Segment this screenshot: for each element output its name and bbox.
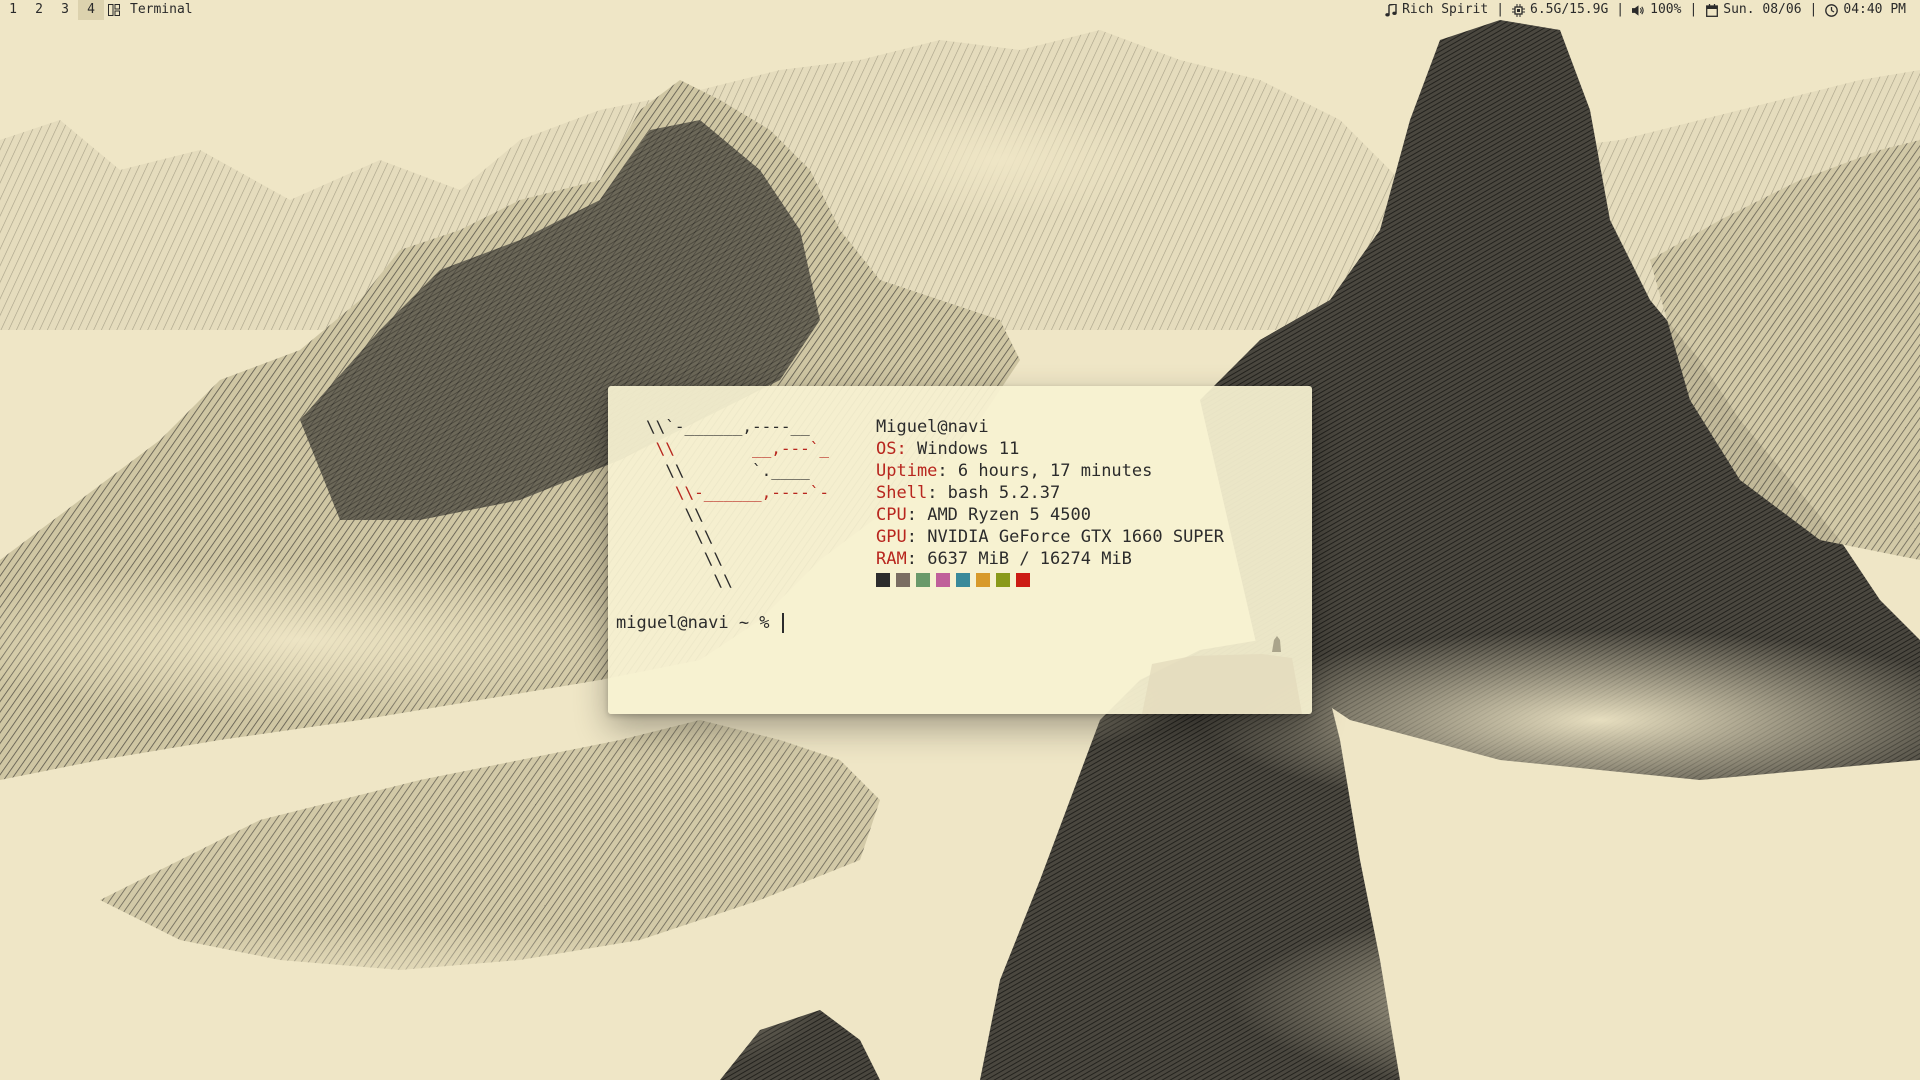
info-os: OS: Windows 11 [876,438,1224,460]
color-swatch [976,573,990,587]
user-host: Miguel@navi [876,417,989,437]
color-swatch [896,573,910,587]
info-value: Windows 11 [916,439,1020,459]
info-value: 6 hours, 17 minutes [957,461,1153,481]
date-label: Sun. 08/06 [1723,2,1802,17]
color-swatch [916,573,930,587]
ascii-line: \\ __,---`_ [646,439,830,458]
speaker-icon [1632,4,1645,17]
date-module[interactable]: Sun. 08/06 [1697,0,1809,20]
workspace-2[interactable]: 2 [26,0,52,20]
separator: | [1809,2,1818,17]
ascii-line: \\ [646,571,733,590]
info-key: GPU [876,527,907,547]
color-swatch [1016,573,1030,587]
prompt-text: miguel@navi ~ % [616,613,780,633]
clock-label: 04:40 PM [1843,2,1906,17]
ascii-line: \\ [646,505,704,524]
ascii-line: \\`-______,----__ [646,417,810,436]
shell-prompt[interactable]: miguel@navi ~ % [616,612,784,634]
info-key: RAM [876,549,907,569]
clock-icon [1825,3,1839,17]
volume-level-label: 100% [1650,2,1682,17]
info-cpu: CPU: AMD Ryzen 5 4500 [876,505,1091,525]
ascii-line: \\ `.____ [646,461,810,480]
status-modules: Rich Spirit | 6.5G/15.9G | 100% | Sun. 0… [1376,0,1914,20]
ascii-logo: \\`-______,----__ \\ __,---`_ \\ `.____ … [646,416,829,592]
clock-module[interactable]: 04:40 PM [1817,0,1914,20]
info-shell: Shell: bash 5.2.37 [876,483,1061,503]
focused-window-title: Terminal [130,2,193,17]
memory-usage-label: 6.5G/15.9G [1530,2,1609,17]
workspace-3[interactable]: 3 [52,0,78,20]
info-value: AMD Ryzen 5 4500 [927,505,1091,525]
separator: | [1496,2,1505,17]
info-ram: RAM: 6637 MiB / 16274 MiB [876,549,1132,569]
desktop: 1 2 3 4 Terminal Rich Spirit | 6.5G/15.9… [0,0,1920,1080]
cpu-chip-icon [1512,3,1526,17]
color-swatch [996,573,1010,587]
color-swatch [956,573,970,587]
volume-module[interactable]: 100% [1624,0,1689,20]
workspace-4[interactable]: 4 [78,0,104,20]
info-key: OS [876,439,897,459]
calendar-icon [1705,3,1718,17]
memory-module[interactable]: 6.5G/15.9G [1504,0,1616,20]
info-value: NVIDIA GeForce GTX 1660 SUPER [927,527,1225,547]
info-key: Uptime [876,461,938,481]
info-value: 6637 MiB / 16274 MiB [927,549,1132,569]
info-uptime: Uptime: 6 hours, 17 minutes [876,461,1153,481]
music-module[interactable]: Rich Spirit [1376,0,1496,20]
color-palette [876,573,1224,587]
color-swatch [876,573,890,587]
system-info: Miguel@navi OS: Windows 11 Uptime: 6 hou… [876,416,1224,587]
workspace-1[interactable]: 1 [0,0,26,20]
music-track-label: Rich Spirit [1402,2,1489,17]
terminal-content[interactable]: \\`-______,----__ \\ __,---`_ \\ `.____ … [608,386,1312,714]
info-key: CPU [876,505,907,525]
tiling-layout-icon[interactable] [104,0,124,20]
text-cursor [781,613,784,633]
terminal-window[interactable]: \\`-______,----__ \\ __,---`_ \\ `.____ … [608,386,1312,714]
ascii-line: \\ [646,549,724,568]
info-gpu: GPU: NVIDIA GeForce GTX 1660 SUPER [876,527,1225,547]
ascii-line: \\ [646,527,714,546]
top-status-bar: 1 2 3 4 Terminal Rich Spirit | 6.5G/15.9… [0,0,1920,20]
music-note-icon [1384,3,1397,17]
terminal-background-ghost [1142,636,1302,714]
info-value: bash 5.2.37 [947,483,1061,503]
ascii-line: \\-______,----`- [646,483,830,502]
color-swatch [936,573,950,587]
info-key: Shell [876,483,928,503]
separator: | [1689,2,1698,17]
separator: | [1616,2,1625,17]
info-colon: : [896,439,907,459]
